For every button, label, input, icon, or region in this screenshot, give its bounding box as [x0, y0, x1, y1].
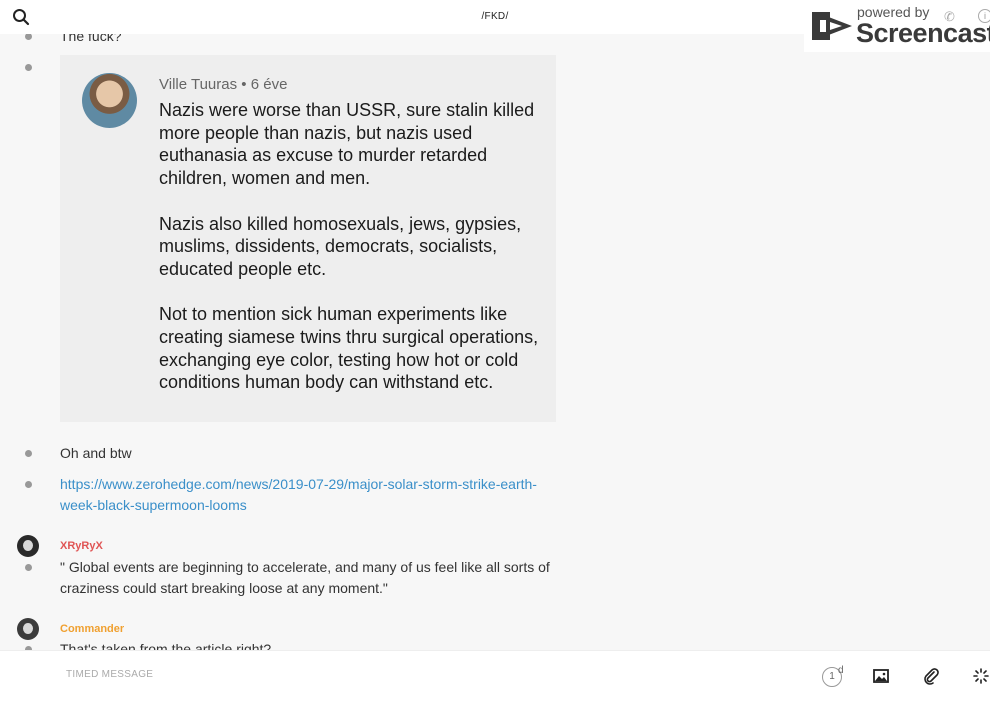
message-bullet — [25, 564, 32, 571]
embed-author-line: Ville Tuuras • 6 éve — [159, 76, 288, 93]
embed-paragraph: Not to mention sick human experiments li… — [159, 304, 539, 393]
embed-paragraph: Nazis also killed homosexuals, jews, gyp… — [159, 213, 522, 279]
message-link[interactable]: https://www.zerohedge.com/news/2019-07-2… — [60, 474, 550, 516]
chat-area[interactable]: The fuck? Ville Tuuras • 6 éve Nazis wer… — [0, 34, 990, 650]
message-text: Oh and btw — [60, 445, 132, 461]
message-text: The fuck? — [60, 34, 122, 44]
info-icon[interactable]: i — [978, 9, 990, 23]
loading-icon[interactable] — [972, 667, 990, 687]
message-bullet — [25, 450, 32, 457]
image-icon[interactable] — [872, 667, 892, 687]
composer-bar: 1 d — [0, 650, 990, 701]
message-text: " Global events are beginning to acceler… — [60, 559, 550, 596]
message-bullet — [25, 34, 32, 40]
avatar[interactable] — [17, 535, 39, 557]
message-bullet — [25, 481, 32, 488]
username[interactable]: Commander — [60, 623, 124, 635]
avatar[interactable] — [17, 618, 39, 640]
screencastify-logo-icon — [812, 12, 852, 40]
embed-paragraph: Nazis were worse than USSR, sure stalin … — [159, 100, 535, 189]
avatar — [82, 73, 137, 128]
embedded-image[interactable]: Ville Tuuras • 6 éve Nazis were worse th… — [60, 55, 556, 422]
message-text: That's taken from the article right? — [60, 641, 272, 650]
phone-icon[interactable]: ✆ — [944, 9, 955, 25]
paperclip-icon[interactable] — [922, 667, 942, 687]
brand-name: Screencastify — [856, 18, 990, 48]
message-input[interactable] — [66, 669, 766, 680]
message-bullet — [25, 64, 32, 71]
timer-unit: d — [838, 665, 844, 676]
username[interactable]: XRyRyX — [60, 540, 103, 552]
screencastify-watermark: powered by Screencastify ✆ i — [804, 0, 990, 52]
embed-comment-text: Nazis were worse than USSR, sure stalin … — [159, 99, 539, 417]
